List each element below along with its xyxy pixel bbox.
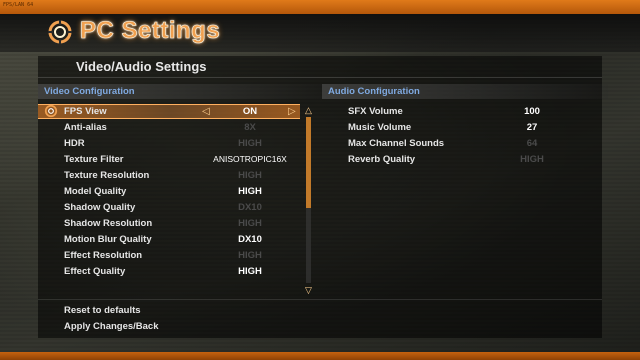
setting-label: Anti-alias (64, 122, 107, 133)
setting-label: Effect Resolution (64, 250, 143, 261)
setting-value: DX10 (238, 234, 262, 245)
setting-label: SFX Volume (348, 106, 403, 117)
setting-value: HIGH (238, 186, 262, 197)
video-scrollbar[interactable]: △ ▽ (303, 104, 314, 296)
setting-label: Music Volume (348, 122, 412, 133)
audio-config-heading: Audio Configuration (322, 84, 608, 99)
setting-label: Texture Filter (64, 154, 124, 165)
bottom-bar (0, 352, 640, 360)
setting-value: DX10 (238, 202, 262, 213)
target-ring-icon (48, 20, 72, 44)
audio-row-sfx-volume[interactable]: SFX Volume 100 (322, 104, 602, 119)
audio-row-max-channel-sounds[interactable]: Max Channel Sounds 64 (322, 136, 602, 151)
setting-label: Motion Blur Quality (64, 234, 152, 245)
footer-divider (38, 299, 602, 300)
setting-value: ON (242, 106, 258, 117)
setting-label: Model Quality (64, 186, 127, 197)
setting-label: Reverb Quality (348, 154, 416, 165)
video-row-shadow-quality[interactable]: Shadow Quality DX10 (38, 200, 300, 215)
scroll-thumb[interactable] (306, 117, 311, 209)
audio-row-music-volume[interactable]: Music Volume 27 (322, 120, 602, 135)
setting-label: Max Channel Sounds (348, 138, 445, 149)
video-row-model-quality[interactable]: Model Quality HIGH (38, 184, 300, 199)
page-title: Video/Audio Settings (76, 59, 207, 74)
video-row-texture-filter[interactable]: Texture Filter ANISOTROPIC16X (38, 152, 300, 167)
setting-value: HIGH (238, 138, 262, 149)
title-divider (38, 77, 602, 78)
video-row-fps-view[interactable]: ◁ ▷ FPS View ON (38, 104, 300, 119)
setting-label: Shadow Quality (64, 202, 136, 213)
setting-value: HIGH (520, 154, 544, 165)
video-row-hdr[interactable]: HDR HIGH (38, 136, 300, 151)
setting-label: Shadow Resolution (64, 218, 153, 229)
video-config-heading: Video Configuration (38, 84, 322, 99)
audio-row-reverb-quality[interactable]: Reverb Quality HIGH (322, 152, 602, 167)
setting-label: FPS View (64, 106, 107, 117)
setting-value: 64 (526, 138, 538, 149)
corner-text: FPS/LAN 64 (3, 2, 34, 8)
apply-changes-back-button[interactable]: Apply Changes/Back (64, 321, 159, 332)
scroll-up-icon[interactable]: △ (303, 104, 314, 116)
setting-value: 8X (244, 122, 256, 133)
setting-label: Effect Quality (64, 266, 126, 277)
top-bar: FPS/LAN 64 (0, 0, 640, 14)
video-row-anti-alias[interactable]: Anti-alias 8X (38, 120, 300, 135)
video-row-effect-resolution[interactable]: Effect Resolution HIGH (38, 248, 300, 263)
video-row-effect-quality[interactable]: Effect Quality HIGH (38, 264, 300, 279)
app-title: PC Settings (80, 17, 221, 45)
setting-value: ANISOTROPIC16X (213, 154, 287, 164)
setting-label: Texture Resolution (64, 170, 150, 181)
video-row-motion-blur-quality[interactable]: Motion Blur Quality DX10 (38, 232, 300, 247)
setting-value: HIGH (238, 218, 262, 229)
setting-value: HIGH (238, 266, 262, 277)
setting-value: 27 (526, 122, 538, 133)
setting-value: HIGH (238, 170, 262, 181)
setting-label: HDR (64, 138, 85, 149)
reset-defaults-button[interactable]: Reset to defaults (64, 305, 141, 316)
setting-value: HIGH (238, 250, 262, 261)
scroll-down-icon[interactable]: ▽ (303, 284, 314, 296)
scroll-track[interactable] (306, 117, 311, 283)
video-row-texture-resolution[interactable]: Texture Resolution HIGH (38, 168, 300, 183)
setting-value: 100 (524, 106, 540, 117)
target-ring-icon (44, 104, 58, 118)
video-row-shadow-resolution[interactable]: Shadow Resolution HIGH (38, 216, 300, 231)
